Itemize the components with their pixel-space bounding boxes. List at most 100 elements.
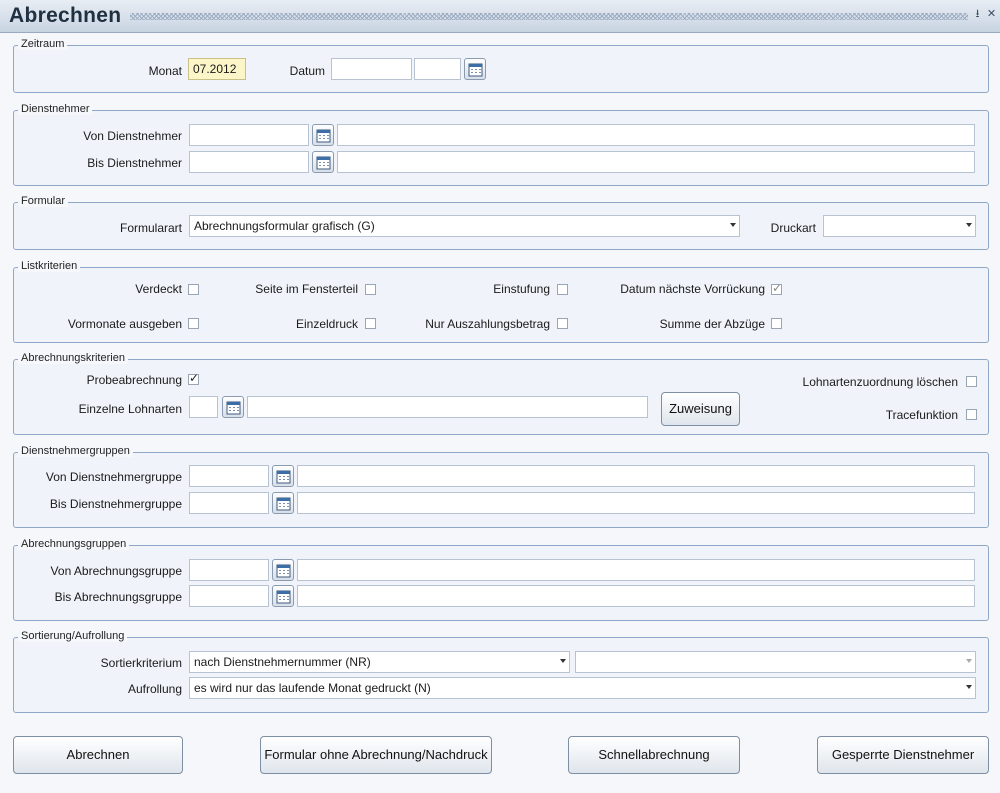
bis-abrechnungsgruppe-input[interactable] — [189, 585, 269, 607]
title-bar: Abrechnen ⭳ ✕ — [0, 0, 1000, 33]
einstufung-label: Einstufung — [493, 282, 550, 296]
calendar-icon — [226, 401, 241, 415]
abrechnungskriterien-legend: Abrechnungskriterien — [18, 352, 128, 364]
dienstnehmergruppen-panel: Dienstnehmergruppen Von Dienstnehmergrup… — [13, 445, 989, 528]
verdeckt-label: Verdeckt — [135, 282, 182, 296]
von-dienstnehmer-input[interactable] — [189, 124, 309, 146]
bis-dienstnehmergruppe-label: Bis Dienstnehmergruppe — [49, 497, 182, 511]
tracefunktion-checkbox[interactable] — [966, 409, 977, 420]
sortierkriterium2-select[interactable] — [575, 651, 976, 673]
datum-to-input[interactable] — [414, 58, 461, 80]
aufrollung-label: Aufrollung — [127, 682, 182, 696]
listkriterien-legend: Listkriterien — [18, 260, 81, 272]
bis-dienstnehmer-input[interactable] — [189, 151, 309, 173]
tracefunktion-label: Tracefunktion — [885, 408, 958, 422]
chevron-down-icon — [730, 223, 736, 227]
einzeldruck-label: Einzeldruck — [295, 317, 358, 331]
monat-input[interactable]: 07.2012 — [188, 58, 246, 80]
chevron-down-icon — [966, 685, 972, 689]
chevron-down-icon — [560, 659, 566, 663]
druckart-label: Druckart — [770, 221, 816, 235]
bis-dienstnehmergruppe-input[interactable] — [189, 492, 269, 514]
sortierung-panel: Sortierung/Aufrollung Sortierkriterium n… — [13, 630, 989, 713]
dienstnehmer-panel: Dienstnehmer Von Dienstnehmer Bis Dienst… — [13, 103, 989, 186]
einzelne-lohnarten-input[interactable] — [189, 396, 218, 418]
einzelne-lohnarten-name[interactable] — [247, 396, 648, 418]
formularart-select[interactable]: Abrechnungsformular grafisch (G) — [189, 215, 740, 237]
bis-dienstnehmergruppe-name[interactable] — [297, 492, 975, 514]
bis-abrechnungsgruppe-lookup-button[interactable] — [272, 585, 294, 607]
monat-label: Monat — [148, 64, 182, 78]
calendar-icon — [276, 497, 291, 511]
von-dienstnehmer-lookup-button[interactable] — [312, 124, 334, 146]
vormonate-ausgeben-checkbox[interactable] — [188, 318, 199, 329]
calendar-icon — [276, 590, 291, 604]
schnellabrechnung-button[interactable]: Schnellabrechnung — [568, 736, 740, 774]
druckart-select[interactable] — [823, 215, 976, 237]
formularart-label: Formularart — [119, 221, 182, 235]
summe-der-abzuege-checkbox[interactable] — [771, 318, 782, 329]
lohnartenzuordnung-loeschen-checkbox[interactable] — [966, 376, 977, 387]
nur-auszahlungsbetrag-checkbox[interactable] — [557, 318, 568, 329]
von-abrechnungsgruppe-name[interactable] — [297, 559, 975, 581]
von-dienstnehmergruppe-input[interactable] — [189, 465, 269, 487]
von-abrechnungsgruppe-lookup-button[interactable] — [272, 559, 294, 581]
summe-der-abzuege-label: Summe der Abzüge — [659, 317, 765, 331]
window-title: Abrechnen — [9, 4, 122, 27]
zuweisung-button[interactable]: Zuweisung — [661, 392, 740, 426]
seite-im-fensterteil-label: Seite im Fensterteil — [255, 282, 358, 296]
minimize-icon[interactable]: ⭳ — [972, 9, 983, 20]
einzeldruck-checkbox[interactable] — [365, 318, 376, 329]
datum-naechste-vorrueckung-label: Datum nächste Vorrückung — [620, 282, 765, 296]
listkriterien-panel: Listkriterien Verdeckt Seite im Fenstert… — [13, 260, 989, 343]
nur-auszahlungsbetrag-label: Nur Auszahlungsbetrag — [425, 317, 550, 331]
probeabrechnung-label: Probeabrechnung — [86, 373, 182, 387]
bis-abrechnungsgruppe-label: Bis Abrechnungsgruppe — [54, 590, 182, 604]
zeitraum-panel: Zeitraum Monat 07.2012 Datum — [13, 38, 989, 93]
bis-dienstnehmergruppe-lookup-button[interactable] — [272, 492, 294, 514]
von-dienstnehmergruppe-lookup-button[interactable] — [272, 465, 294, 487]
gesperrte-dienstnehmer-button[interactable]: Gesperrte Dienstnehmer — [817, 736, 989, 774]
sortierkriterium-value: nach Dienstnehmernummer (NR) — [194, 655, 371, 669]
lohnartenzuordnung-loeschen-label: Lohnartenzuordnung löschen — [802, 375, 958, 389]
chevron-down-icon — [966, 223, 972, 227]
datum-calendar-button[interactable] — [464, 58, 486, 80]
abrechnungskriterien-panel: Abrechnungskriterien Probeabrechnung ✓ E… — [13, 352, 989, 435]
aufrollung-select[interactable]: es wird nur das laufende Monat gedruckt … — [189, 677, 976, 699]
checkmark-icon: ✓ — [189, 371, 200, 385]
von-abrechnungsgruppe-label: Von Abrechnungsgruppe — [50, 564, 182, 578]
von-abrechnungsgruppe-input[interactable] — [189, 559, 269, 581]
aufrollung-value: es wird nur das laufende Monat gedruckt … — [194, 681, 431, 695]
bis-dienstnehmer-label: Bis Dienstnehmer — [87, 156, 182, 170]
formular-ohne-abrechnung-button[interactable]: Formular ohne Abrechnung/Nachdruck — [260, 736, 492, 774]
close-icon[interactable]: ✕ — [986, 9, 997, 20]
von-dienstnehmer-label: Von Dienstnehmer — [83, 129, 182, 143]
von-dienstnehmer-name[interactable] — [337, 124, 975, 146]
von-dienstnehmergruppe-name[interactable] — [297, 465, 975, 487]
sortierkriterium-select[interactable]: nach Dienstnehmernummer (NR) — [189, 651, 570, 673]
formular-panel: Formular Formularart Abrechnungsformular… — [13, 195, 989, 250]
von-dienstnehmergruppe-label: Von Dienstnehmergruppe — [45, 470, 182, 484]
einstufung-checkbox[interactable] — [557, 284, 568, 295]
abrechnungsgruppen-panel: Abrechnungsgruppen Von Abrechnungsgruppe… — [13, 538, 989, 621]
bis-abrechnungsgruppe-name[interactable] — [297, 585, 975, 607]
calendar-icon — [276, 470, 291, 484]
datum-from-input[interactable] — [331, 58, 412, 80]
abrechnungsgruppen-legend: Abrechnungsgruppen — [18, 538, 130, 550]
verdeckt-checkbox[interactable] — [188, 284, 199, 295]
probeabrechnung-checkbox[interactable]: ✓ — [188, 371, 200, 385]
checkmark-icon: ✓ — [772, 281, 783, 295]
einzelne-lohnarten-lookup-button[interactable] — [222, 396, 244, 418]
calendar-icon — [316, 156, 331, 170]
bis-dienstnehmer-name[interactable] — [337, 151, 975, 173]
calendar-icon — [468, 63, 483, 77]
zeitraum-legend: Zeitraum — [18, 38, 68, 50]
datum-naechste-vorrueckung-checkbox[interactable]: ✓ — [771, 281, 783, 295]
abrechnen-button[interactable]: Abrechnen — [13, 736, 183, 774]
formularart-value: Abrechnungsformular grafisch (G) — [194, 219, 375, 233]
chevron-down-icon — [966, 659, 972, 663]
seite-im-fensterteil-checkbox[interactable] — [365, 284, 376, 295]
bis-dienstnehmer-lookup-button[interactable] — [312, 151, 334, 173]
sortierkriterium-label: Sortierkriterium — [100, 656, 182, 670]
dienstnehmergruppen-legend: Dienstnehmergruppen — [18, 445, 133, 457]
